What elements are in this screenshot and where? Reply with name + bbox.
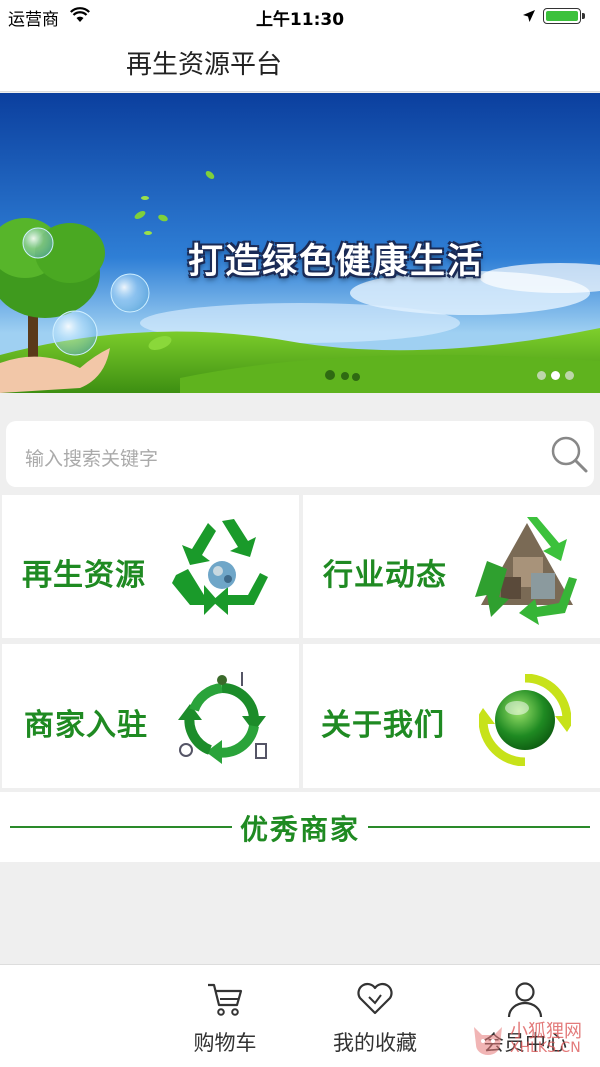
heart-icon bbox=[357, 982, 393, 1015]
recycle-icon bbox=[168, 517, 276, 621]
tile-label: 行业动态 bbox=[323, 558, 447, 593]
section-title: 优秀商家 bbox=[239, 813, 360, 846]
tile-renewable-resources[interactable]: 再生资源 bbox=[2, 495, 299, 638]
tile-about-us[interactable]: 关于我们 bbox=[303, 644, 600, 788]
status-bar: 运营商 上午11:30 bbox=[0, 0, 600, 30]
divider-right bbox=[368, 826, 590, 828]
banner-carousel[interactable]: 打造绿色健康生活 bbox=[0, 93, 600, 393]
battery-icon bbox=[543, 8, 581, 24]
carousel-dot[interactable] bbox=[537, 371, 546, 380]
search-input[interactable]: 输入搜索关键字 bbox=[6, 421, 594, 487]
tab-label: 购物车 bbox=[193, 1031, 257, 1055]
carousel-dots bbox=[537, 371, 574, 380]
carousel-dot[interactable] bbox=[565, 371, 574, 380]
banner-slogan: 打造绿色健康生活 bbox=[188, 242, 485, 282]
user-icon bbox=[507, 982, 543, 1018]
page-title: 再生资源平台 bbox=[126, 50, 283, 80]
watermark: 小狐狸网 XHLKS.CN bbox=[470, 1015, 598, 1061]
tile-label: 关于我们 bbox=[321, 708, 445, 743]
tile-label: 再生资源 bbox=[22, 558, 146, 593]
tab-favorites[interactable]: 我的收藏 bbox=[310, 965, 440, 1067]
nav-bar: 再生资源平台 bbox=[0, 30, 600, 92]
tile-merchant-join[interactable]: 商家入驻 bbox=[2, 644, 299, 788]
watermark-url: XHLKS.CN bbox=[510, 1040, 581, 1056]
search-placeholder: 输入搜索关键字 bbox=[25, 448, 159, 470]
carousel-dot[interactable] bbox=[551, 371, 560, 380]
clock: 上午11:30 bbox=[255, 10, 345, 30]
tab-label: 我的收藏 bbox=[333, 1031, 417, 1055]
search-icon[interactable] bbox=[549, 434, 589, 478]
tile-label: 商家入驻 bbox=[24, 708, 148, 743]
section-header: 优秀商家 bbox=[0, 792, 600, 862]
battery-tip bbox=[582, 13, 585, 19]
recycle-photo-icon bbox=[473, 517, 581, 629]
cart-icon bbox=[208, 983, 243, 1016]
tab-cart[interactable]: 购物车 bbox=[160, 965, 290, 1067]
tile-industry-news[interactable]: 行业动态 bbox=[303, 495, 600, 638]
eco-cycle-icon bbox=[172, 670, 272, 774]
location-icon bbox=[522, 8, 536, 27]
fox-logo-icon bbox=[474, 1027, 502, 1055]
green-circle-icon bbox=[473, 673, 577, 770]
